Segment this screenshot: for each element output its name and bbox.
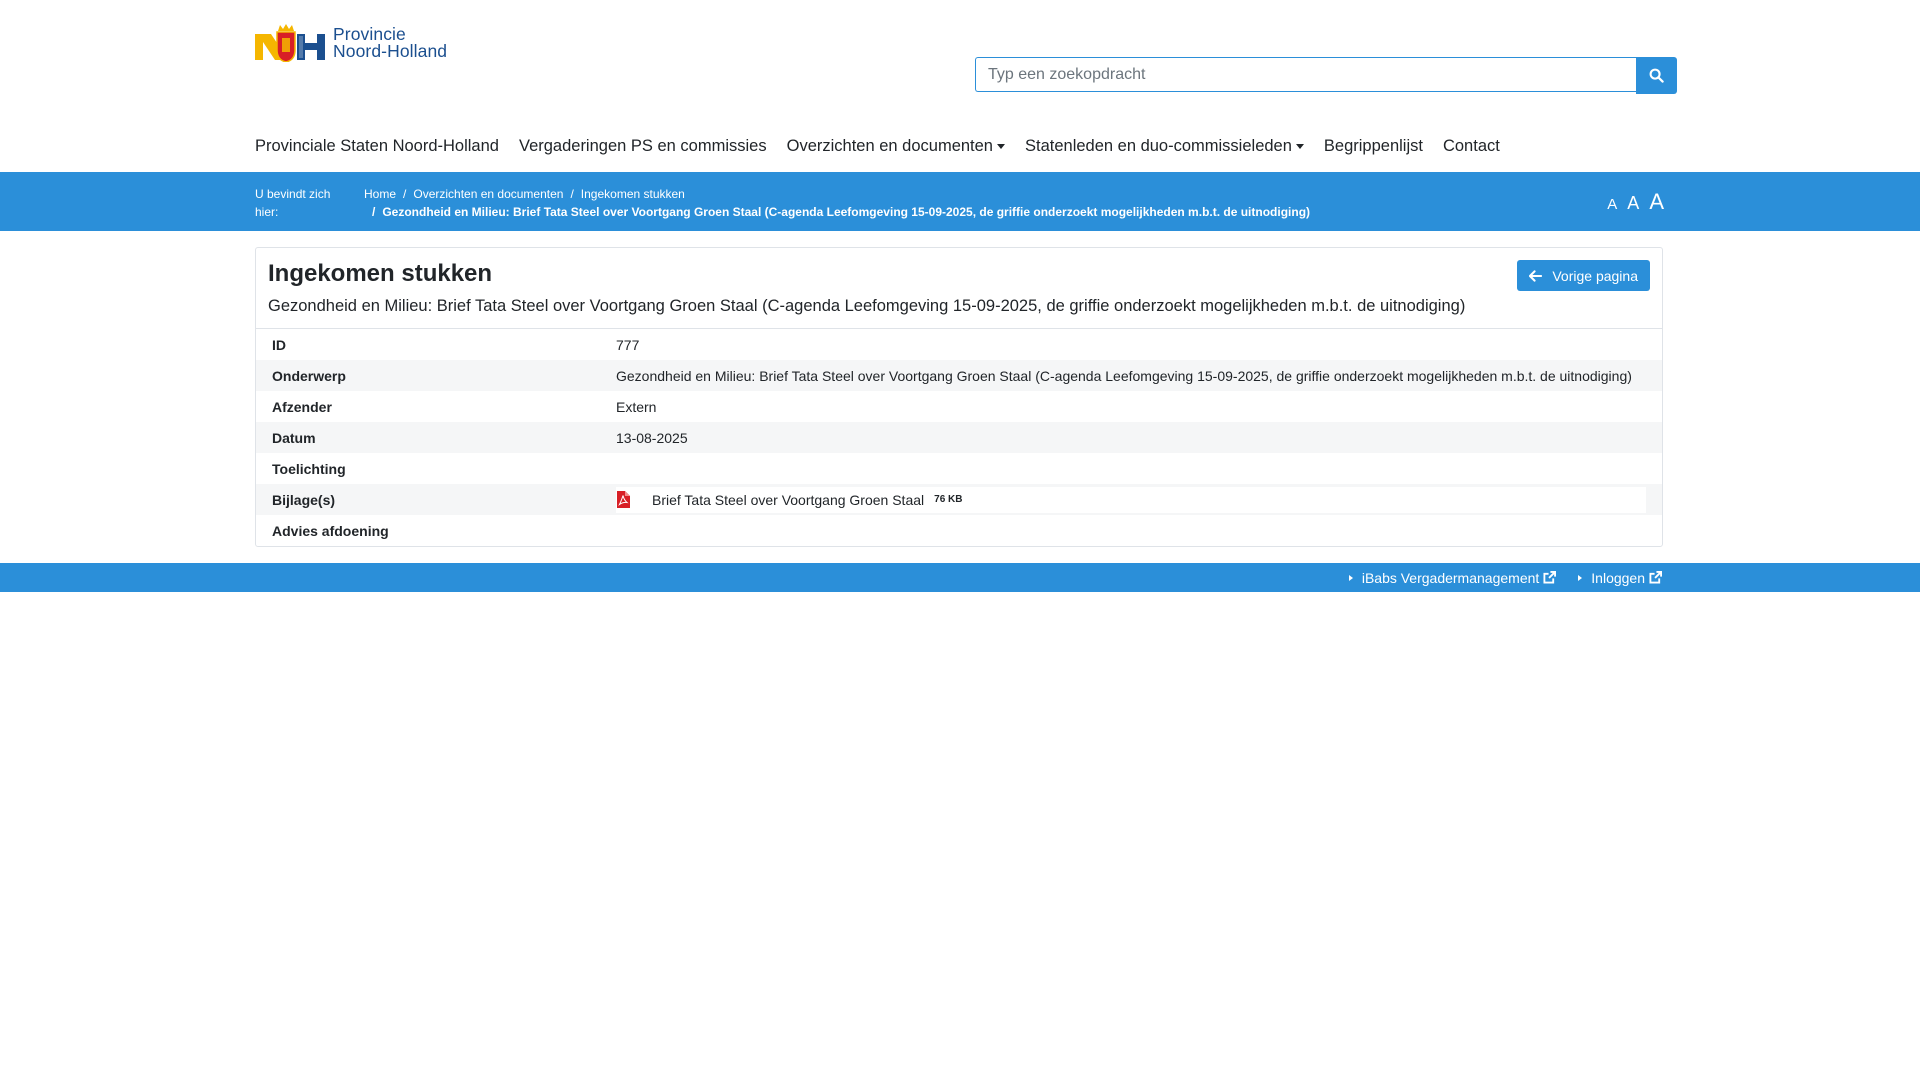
external-link-icon [1543, 571, 1557, 584]
field-label-datum: Datum [256, 422, 597, 453]
breadcrumb-bar: U bevindt zich hier: Home / Overzichten en… [0, 172, 1920, 231]
breadcrumb-overzichten[interactable]: Overzichten en documenten [413, 187, 563, 201]
detail-table: ID 777 Onderwerp Gezondheid en Milieu: B… [256, 329, 1662, 546]
nav-item-label: Statenleden en duo-commissieleden [1024, 137, 1292, 155]
nav-item-begrippenlijst[interactable]: Begrippenlijst [1324, 137, 1423, 156]
external-link-icon [1649, 571, 1662, 584]
field-label-advies-afdoening: Advies afdoening [272, 522, 389, 539]
field-label-onderwerp: Onderwerp [256, 360, 597, 391]
table-row: Afzender Extern [256, 391, 1662, 422]
back-button[interactable]: Vorige pagina [1517, 260, 1650, 291]
breadcrumb-separator: / [403, 187, 407, 201]
detail-card: Ingekomen stukken Gezondheid en Milieu: … [255, 247, 1663, 547]
nav-item-label: Overzichten en documenten [786, 137, 993, 155]
nav-item-vergaderingen[interactable]: Vergaderingen PS en commissies [519, 137, 767, 156]
search-icon [1649, 68, 1664, 83]
breadcrumb-ingekomen-stukken[interactable]: Ingekomen stukken [581, 187, 685, 201]
footer-link-label: Inloggen [1591, 569, 1645, 586]
page-subtitle: Gezondheid en Milieu: Brief Tata Steel o… [268, 297, 1466, 315]
caret-right-icon [1578, 574, 1583, 581]
nav-item-overzichten[interactable]: Overzichten en documenten [787, 137, 1005, 156]
font-size-controls: A A A [1607, 189, 1664, 215]
noord-holland-logo-icon [255, 24, 325, 62]
pdf-icon [617, 491, 630, 508]
breadcrumb-current-label: Gezondheid en Milieu: Brief Tata Steel o… [382, 205, 1311, 219]
field-label-afzender: Afzender [272, 398, 332, 415]
field-label-bijlagen: Bijlage(s) [256, 484, 597, 515]
site-header: Provincie Noord-Holland Provinciale Stat… [0, 0, 1920, 172]
footer-links: iBabs Vergadermanagement Inloggen [1348, 563, 1662, 592]
caret-down-icon [1295, 144, 1304, 149]
site-logo[interactable]: Provincie Noord-Holland [255, 24, 447, 62]
field-value-toelichting [597, 453, 1662, 484]
caret-down-icon [996, 144, 1005, 149]
breadcrumb: Home / Overzichten en documenten / Ingekomen… [364, 185, 685, 203]
breadcrumb-label: U bevindt zich hier: [255, 187, 331, 219]
footer-link-inloggen[interactable]: Inloggen [1578, 570, 1662, 586]
nav-item-statenleden[interactable]: Statenleden en duo-commissieleden [1025, 137, 1304, 156]
font-size-small-button[interactable]: A [1607, 196, 1617, 213]
field-value-advies-afdoening [597, 515, 1662, 546]
caret-right-icon [1348, 574, 1353, 581]
field-value-onderwerp: Gezondheid en Milieu: Brief Tata Steel o… [597, 360, 1662, 391]
back-button-label: Vorige pagina [1552, 267, 1638, 284]
attachment-size: 76 KB [934, 494, 963, 505]
breadcrumb-current: / Gezondheid en Milieu: Brief Tata Steel … [364, 203, 1310, 221]
page-title: Ingekomen stukken [268, 260, 493, 287]
footer-link-ibabs[interactable]: iBabs Vergadermanagement [1348, 569, 1557, 586]
nav-item-provinciale-staten[interactable]: Provinciale Staten Noord-Holland [255, 137, 499, 156]
attachment-link[interactable]: Brief Tata Steel over Voortgang Groen St… [616, 486, 1646, 513]
site-footer: iBabs Vergadermanagement Inloggen [0, 563, 1920, 592]
table-row: Onderwerp Gezondheid en Milieu: Brief Ta… [256, 360, 1662, 391]
table-row: Bijlage(s) Brief Tata Steel over Voortga… [256, 484, 1662, 515]
breadcrumb-home[interactable]: Home [364, 187, 396, 201]
font-size-medium-button[interactable]: A [1627, 193, 1639, 214]
field-value-id: 777 [616, 336, 640, 353]
search-button[interactable] [1636, 57, 1677, 94]
field-label-toelichting: Toelichting [272, 460, 346, 477]
logo-line-2: Noord-Holland [333, 41, 448, 61]
field-value-bijlagen: Brief Tata Steel over Voortgang Groen St… [597, 484, 1662, 515]
table-row: Datum 13-08-2025 [256, 422, 1662, 453]
main-nav: Provinciale Staten Noord-Holland Vergade… [255, 137, 1520, 156]
table-row: ID 777 [256, 329, 1662, 360]
search-input[interactable] [975, 57, 1636, 92]
arrow-left-icon [1529, 269, 1543, 282]
table-row: Toelichting [256, 453, 1662, 484]
field-value-afzender: Extern [616, 398, 657, 415]
table-row: Advies afdoening [256, 515, 1662, 546]
footer-link-label: iBabs Vergadermanagement [1361, 569, 1540, 586]
attachment-name: Brief Tata Steel over Voortgang Groen St… [652, 491, 925, 508]
breadcrumb-separator: / [372, 205, 376, 219]
logo-wordmark: Provincie Noord-Holland [333, 25, 448, 61]
search-form [975, 57, 1677, 94]
nav-item-contact[interactable]: Contact [1443, 137, 1500, 156]
field-value-datum: 13-08-2025 [597, 422, 1662, 453]
breadcrumb-separator: / [570, 187, 574, 201]
field-label-id: ID [272, 336, 286, 353]
font-size-large-button[interactable]: A [1649, 189, 1664, 215]
